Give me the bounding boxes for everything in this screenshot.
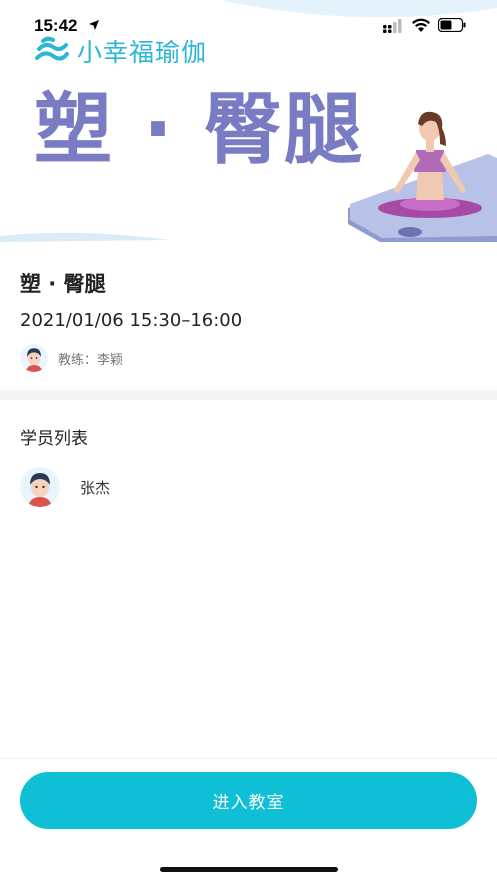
home-indicator[interactable] — [160, 867, 338, 872]
bottom-bar-divider — [0, 758, 497, 759]
course-datetime: 2021/01/06 15:30–16:00 — [20, 310, 243, 331]
section-divider — [0, 390, 497, 400]
course-name: 塑 · 臀腿 — [20, 272, 106, 296]
coach-name: 教练：李颖 — [58, 352, 124, 368]
coach-row: 教练：李颖 — [20, 342, 123, 374]
students-title: 学员列表 — [20, 429, 88, 449]
wifi-icon — [412, 18, 430, 32]
list-item[interactable]: 张杰 — [20, 466, 320, 508]
status-time: 15:42 — [34, 16, 78, 35]
battery-icon — [438, 18, 466, 32]
coach-avatar — [20, 344, 48, 372]
avatar-icon — [20, 467, 60, 507]
course-info: 塑 · 臀腿 2021/01/06 15:30–16:00 教练：李颖 — [0, 242, 497, 390]
location-arrow-icon — [89, 20, 99, 30]
student-avatar — [20, 467, 60, 507]
enter-classroom-button[interactable]: 进入教室 — [20, 772, 477, 829]
student-name: 张杰 — [80, 478, 111, 497]
avatar-icon — [20, 344, 48, 372]
cellular-signal-icon — [383, 19, 402, 33]
status-bar: 15:42 — [0, 0, 497, 44]
course-banner: 15:42 小幸福瑜伽 塑 · 臀腿 — [0, 0, 497, 242]
banner-title: 塑 · 臀腿 — [34, 85, 364, 175]
course-detail-page: 15:42 小幸福瑜伽 塑 · 臀腿 塑 · 臀腿 2021/01/06 15:… — [0, 0, 497, 883]
